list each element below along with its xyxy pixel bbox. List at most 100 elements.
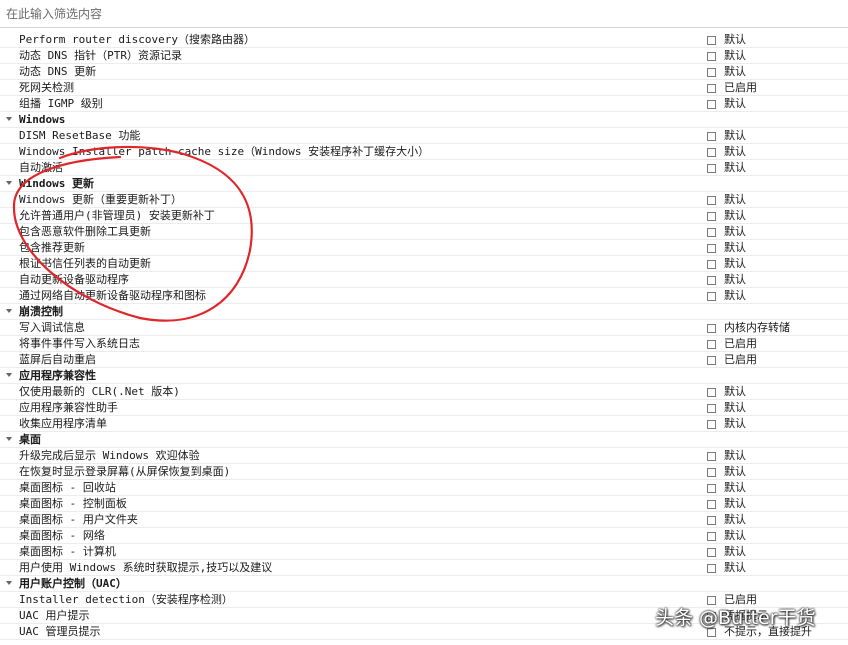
checkbox[interactable] [707,212,716,221]
checkbox[interactable] [707,516,716,525]
setting-label: 桌面图标 - 计算机 [19,545,116,558]
checkbox[interactable] [707,52,716,61]
checkbox[interactable] [707,164,716,173]
setting-value: 默认 [724,465,746,478]
setting-value: 默认 [724,529,746,542]
setting-label: UAC 用户提示 [19,609,90,622]
setting-value: 默认 [724,225,746,238]
setting-label: DISM ResetBase 功能 [19,129,141,142]
setting-label: 应用程序兼容性助手 [19,401,118,414]
setting-value: 默认 [724,209,746,222]
setting-value: 默认 [724,561,746,574]
checkbox[interactable] [707,84,716,93]
setting-row[interactable]: 用户使用 Windows 系统时获取提示,技巧以及建议 默认 [0,560,848,576]
checkbox[interactable] [707,484,716,493]
checkbox[interactable] [707,388,716,397]
setting-row[interactable]: 包含恶意软件删除工具更新 默认 [0,224,848,240]
setting-label: 根证书信任列表的自动更新 [19,257,151,270]
setting-row[interactable]: Perform router discovery（搜索路由器） 默认 [0,32,848,48]
setting-value: 默认 [724,193,746,206]
group-header[interactable]: 应用程序兼容性 [0,368,848,384]
setting-label: 动态 DNS 更新 [19,65,97,78]
checkbox[interactable] [707,404,716,413]
group-header[interactable]: 桌面 [0,432,848,448]
setting-row[interactable]: 将事件事件写入系统日志 已启用 [0,336,848,352]
group-header[interactable]: 用户账户控制（UAC） [0,576,848,592]
setting-row[interactable]: 桌面图标 - 用户文件夹 默认 [0,512,848,528]
group-header[interactable]: 崩溃控制 [0,304,848,320]
setting-label: 允许普通用户(非管理员) 安装更新补丁 [19,209,215,222]
collapse-arrow-icon[interactable] [6,309,12,313]
checkbox[interactable] [707,260,716,269]
setting-value: 默认 [724,49,746,62]
setting-value: 默认 [724,417,746,430]
checkbox[interactable] [707,36,716,45]
setting-row[interactable]: 在恢复时显示登录屏幕(从屏保恢复到桌面) 默认 [0,464,848,480]
filter-input[interactable] [4,3,844,24]
setting-label: 收集应用程序清单 [19,417,107,430]
setting-row[interactable]: 动态 DNS 更新 默认 [0,64,848,80]
setting-row[interactable]: 死网关检测 已启用 [0,80,848,96]
setting-value: 默认 [724,401,746,414]
setting-label: 蓝屏后自动重启 [19,353,96,366]
setting-row[interactable]: 应用程序兼容性助手 默认 [0,400,848,416]
collapse-arrow-icon[interactable] [6,181,12,185]
checkbox[interactable] [707,324,716,333]
checkbox[interactable] [707,340,716,349]
checkbox[interactable] [707,244,716,253]
setting-row[interactable]: 桌面图标 - 控制面板 默认 [0,496,848,512]
setting-row[interactable]: 自动激活 默认 [0,160,848,176]
group-header[interactable]: Windows 更新 [0,176,848,192]
group-header[interactable]: Windows [0,112,848,128]
setting-row[interactable]: 根证书信任列表的自动更新 默认 [0,256,848,272]
setting-row[interactable]: 升级完成后显示 Windows 欢迎体验 默认 [0,448,848,464]
setting-row[interactable]: 允许普通用户(非管理员) 安装更新补丁 默认 [0,208,848,224]
setting-value: 默认 [724,273,746,286]
setting-row[interactable]: 仅使用最新的 CLR(.Net 版本) 默认 [0,384,848,400]
setting-row[interactable]: 写入调试信息 内核内存转储 [0,320,848,336]
checkbox[interactable] [707,148,716,157]
setting-value: 默认 [724,129,746,142]
checkbox[interactable] [707,468,716,477]
setting-row[interactable]: 通过网络自动更新设备驱动程序和图标 默认 [0,288,848,304]
checkbox[interactable] [707,132,716,141]
setting-row[interactable]: 收集应用程序清单 默认 [0,416,848,432]
setting-row[interactable]: 自动更新设备驱动程序 默认 [0,272,848,288]
setting-row[interactable]: 桌面图标 - 网络 默认 [0,528,848,544]
setting-label: 自动激活 [19,161,63,174]
setting-row[interactable]: 包含推荐更新 默认 [0,240,848,256]
setting-row[interactable]: 蓝屏后自动重启 已启用 [0,352,848,368]
group-label: 应用程序兼容性 [19,369,96,382]
setting-label: 用户使用 Windows 系统时获取提示,技巧以及建议 [19,561,273,574]
setting-value: 内核内存转储 [724,321,790,334]
setting-row[interactable]: DISM ResetBase 功能 默认 [0,128,848,144]
checkbox[interactable] [707,356,716,365]
checkbox[interactable] [707,276,716,285]
checkbox[interactable] [707,564,716,573]
checkbox[interactable] [707,420,716,429]
setting-row[interactable]: 组播 IGMP 级别 默认 [0,96,848,112]
checkbox[interactable] [707,548,716,557]
checkbox[interactable] [707,500,716,509]
checkbox[interactable] [707,196,716,205]
checkbox[interactable] [707,100,716,109]
watermark: 头条 @Butter干货 [655,607,816,629]
checkbox[interactable] [707,452,716,461]
setting-value: 默认 [724,161,746,174]
setting-value: 默认 [724,97,746,110]
setting-row[interactable]: 动态 DNS 指针（PTR）资源记录 默认 [0,48,848,64]
setting-row[interactable]: Windows 更新（重要更新补丁） 默认 [0,192,848,208]
collapse-arrow-icon[interactable] [6,437,12,441]
setting-row[interactable]: Windows Installer patch cache size（Windo… [0,144,848,160]
setting-row[interactable]: 桌面图标 - 计算机 默认 [0,544,848,560]
checkbox[interactable] [707,228,716,237]
checkbox[interactable] [707,292,716,301]
checkbox[interactable] [707,68,716,77]
setting-value: 默认 [724,257,746,270]
setting-value: 已启用 [724,353,757,366]
collapse-arrow-icon[interactable] [6,117,12,121]
collapse-arrow-icon[interactable] [6,581,12,585]
checkbox[interactable] [707,532,716,541]
setting-row[interactable]: 桌面图标 - 回收站 默认 [0,480,848,496]
collapse-arrow-icon[interactable] [6,373,12,377]
